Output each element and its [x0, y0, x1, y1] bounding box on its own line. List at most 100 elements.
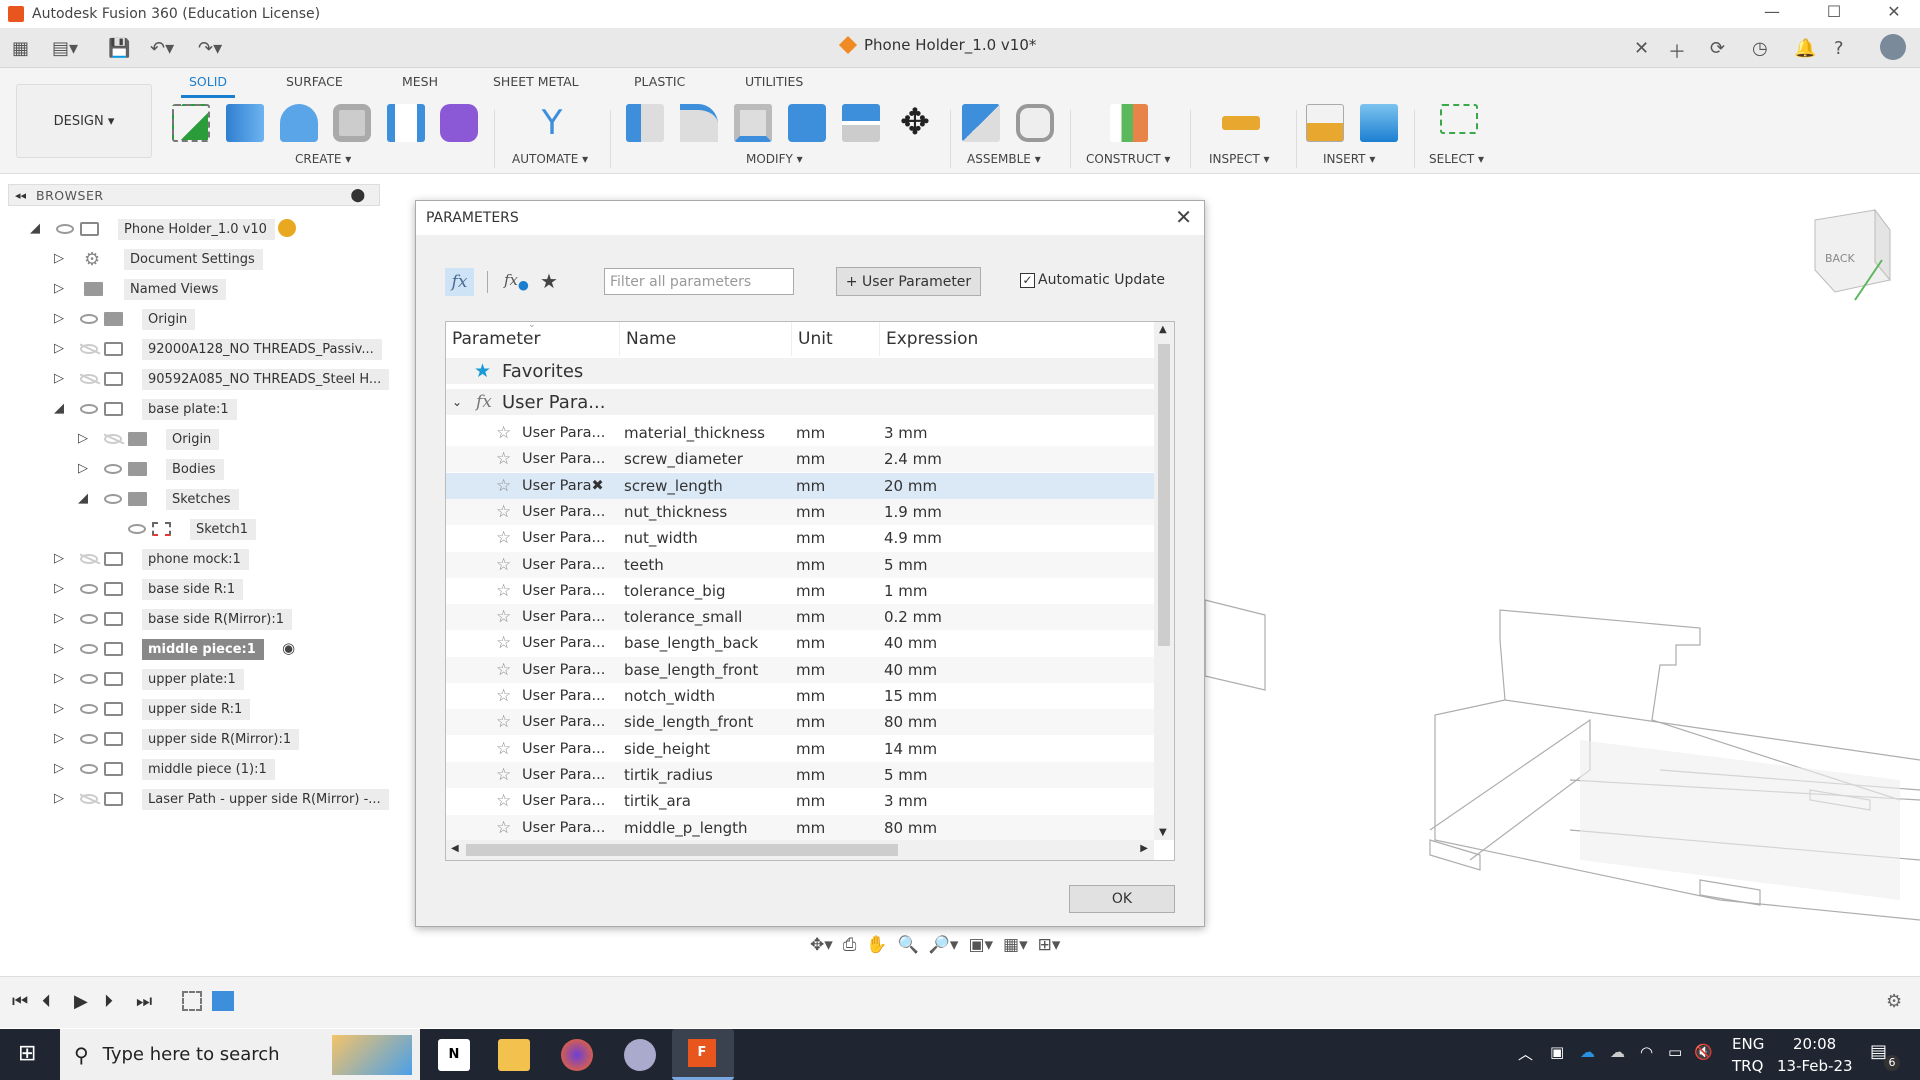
expand-triangle-icon[interactable]: ▷: [78, 431, 88, 446]
zoom-window-icon[interactable]: 🔎▾: [929, 935, 959, 963]
horizontal-scrollbar[interactable]: ◀ ▶: [446, 840, 1154, 860]
parameter-row[interactable]: ☆ User Para... side_length_front mm 80 m…: [446, 709, 1154, 736]
browser-item[interactable]: ◢ base plate:1: [0, 396, 380, 422]
parameter-name[interactable]: side_height: [624, 740, 710, 758]
visibility-eye-icon[interactable]: [80, 584, 98, 594]
scroll-up-icon[interactable]: ▲: [1159, 324, 1167, 335]
user-avatar[interactable]: [1880, 34, 1906, 60]
visibility-eye-icon[interactable]: [104, 494, 122, 504]
favorite-star-icon[interactable]: ☆: [496, 712, 511, 732]
parameter-expression[interactable]: 3 mm: [884, 792, 928, 810]
browser-item[interactable]: ▷ 92000A128_NO THREADS_Passiv...: [0, 336, 382, 362]
parameter-row[interactable]: ☆ User Para✖ screw_length mm 20 mm: [446, 472, 1154, 499]
tab-sheet-metal[interactable]: SHEET METAL: [493, 74, 579, 89]
parameter-row[interactable]: ☆ User Para... base_length_back mm 40 mm: [446, 630, 1154, 656]
browser-item[interactable]: Sketch1: [0, 516, 380, 542]
tab-surface[interactable]: SURFACE: [286, 74, 343, 89]
parameter-name[interactable]: nut_width: [624, 529, 698, 547]
close-tab-icon[interactable]: ✕: [1634, 38, 1649, 59]
visibility-eye-icon[interactable]: [80, 674, 98, 684]
parameter-name[interactable]: base_length_back: [624, 634, 758, 652]
parameter-expression[interactable]: 20 mm: [884, 477, 937, 495]
timeline-sketch-feature-icon[interactable]: [182, 991, 202, 1011]
parameter-row[interactable]: ☆ User Para... screw_diameter mm 2.4 mm: [446, 446, 1154, 473]
parameter-expression[interactable]: 0.2 mm: [884, 608, 942, 626]
keyboard-layout[interactable]: TRQ: [1732, 1057, 1763, 1075]
column-header-unit[interactable]: Unit: [792, 322, 880, 356]
user-parameters-group-row[interactable]: ⌄ fx User Para...: [446, 389, 1154, 415]
expand-triangle-icon[interactable]: ▷: [54, 701, 64, 716]
shell-icon[interactable]: [734, 104, 772, 142]
favorite-star-icon[interactable]: ☆: [496, 423, 511, 443]
parameter-name[interactable]: screw_diameter: [624, 450, 743, 468]
expanded-triangle-icon[interactable]: ◢: [30, 221, 40, 236]
visibility-eye-icon[interactable]: [128, 524, 146, 534]
parameter-expression[interactable]: 5 mm: [884, 556, 928, 574]
grid-settings-icon[interactable]: ▦▾: [1003, 935, 1028, 963]
file-menu-icon[interactable]: ▤▾: [52, 38, 78, 59]
parameter-name[interactable]: tirtik_radius: [624, 766, 713, 784]
parameter-expression[interactable]: 40 mm: [884, 661, 937, 679]
favorite-star-icon[interactable]: ☆: [496, 818, 511, 838]
parameter-name[interactable]: screw_length: [624, 477, 723, 495]
extrude-icon[interactable]: [226, 104, 264, 142]
undo-icon[interactable]: ↶▾: [150, 38, 174, 59]
pan-icon[interactable]: ✋: [866, 935, 887, 963]
maximize-button[interactable]: ☐: [1814, 2, 1854, 21]
select-icon[interactable]: [1440, 104, 1478, 134]
parameter-name[interactable]: nut_thickness: [624, 503, 727, 521]
windows-start-icon[interactable]: ⊞: [18, 1041, 36, 1066]
parameter-name[interactable]: tolerance_small: [624, 608, 742, 626]
filter-parameters-input[interactable]: [604, 268, 794, 295]
expand-triangle-icon[interactable]: ▷: [54, 641, 64, 656]
file-explorer-icon[interactable]: [498, 1039, 530, 1071]
parameter-expression[interactable]: 1 mm: [884, 582, 928, 600]
volume-muted-icon[interactable]: 🔇: [1694, 1043, 1713, 1061]
expand-triangle-icon[interactable]: ▷: [54, 581, 64, 596]
parameter-name[interactable]: tolerance_big: [624, 582, 726, 600]
onedrive-personal-icon[interactable]: ☁: [1610, 1043, 1625, 1061]
generative-design-icon[interactable]: Y: [533, 104, 571, 142]
visibility-eye-icon[interactable]: [80, 314, 98, 324]
browser-item[interactable]: ▷ upper plate:1: [0, 666, 380, 692]
expand-triangle-icon[interactable]: ▷: [78, 461, 88, 476]
hidden-eye-icon[interactable]: [104, 434, 122, 444]
wifi-icon[interactable]: ◠: [1640, 1043, 1653, 1061]
favorite-star-icon[interactable]: ☆: [496, 765, 511, 785]
parameter-row[interactable]: ☆ User Para... tirtik_ara mm 3 mm: [446, 788, 1154, 814]
parameter-expression[interactable]: 1.9 mm: [884, 503, 942, 521]
viewcube[interactable]: BACK Z: [1814, 206, 1895, 301]
combine-icon[interactable]: [788, 104, 826, 142]
display-settings-icon[interactable]: ▣▾: [968, 935, 993, 963]
browser-item[interactable]: ▷ phone mock:1: [0, 546, 380, 572]
clock-time[interactable]: 20:08: [1793, 1035, 1836, 1053]
input-language[interactable]: ENG: [1732, 1035, 1764, 1053]
hidden-eye-icon[interactable]: [80, 344, 98, 354]
favorite-star-icon[interactable]: ☆: [496, 581, 511, 601]
notion-app-icon[interactable]: N: [438, 1039, 470, 1071]
tab-mesh[interactable]: MESH: [402, 74, 438, 89]
favorite-star-icon[interactable]: ☆: [496, 555, 511, 575]
tab-plastic[interactable]: PLASTIC: [634, 74, 685, 89]
favorite-star-icon[interactable]: ☆: [496, 476, 511, 496]
play-icon[interactable]: ▶: [74, 991, 88, 1012]
parameter-row[interactable]: ☆ User Para... nut_thickness mm 1.9 mm: [446, 498, 1154, 525]
revolve-icon[interactable]: [280, 104, 318, 142]
app-icon[interactable]: [624, 1039, 656, 1071]
automate-menu[interactable]: AUTOMATE ▾: [512, 152, 588, 166]
visibility-eye-icon[interactable]: [80, 644, 98, 654]
redo-icon[interactable]: ↷▾: [198, 38, 222, 59]
scroll-left-icon[interactable]: ◀: [451, 843, 459, 854]
expand-triangle-icon[interactable]: ▷: [54, 251, 64, 266]
favorite-star-icon[interactable]: ☆: [496, 660, 511, 680]
construct-menu[interactable]: CONSTRUCT ▾: [1086, 152, 1170, 166]
favorite-star-icon[interactable]: ☆: [496, 502, 511, 522]
firefox-icon[interactable]: [561, 1039, 593, 1071]
favorite-star-icon[interactable]: ☆: [496, 633, 511, 653]
joint-icon[interactable]: [1016, 104, 1054, 142]
job-status-icon[interactable]: ◷: [1752, 38, 1768, 59]
step-forward-icon[interactable]: ⏵: [104, 991, 113, 1012]
browser-item[interactable]: ▷ upper side R:1: [0, 696, 380, 722]
workspace-switcher[interactable]: DESIGN ▾: [16, 84, 152, 158]
inspect-menu[interactable]: INSPECT ▾: [1209, 152, 1270, 166]
